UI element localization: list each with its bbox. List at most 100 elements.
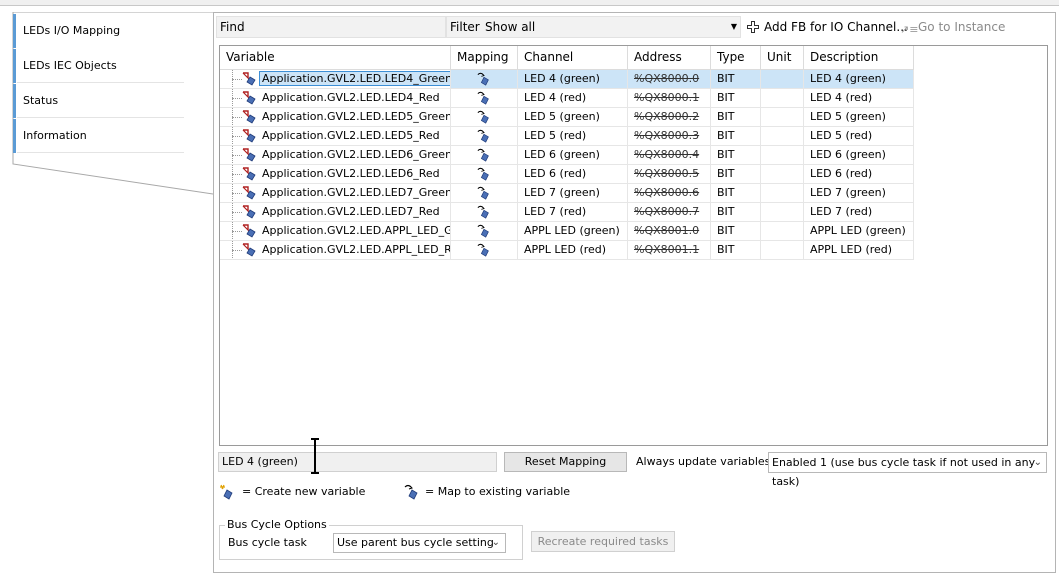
cell-unit[interactable] [761, 70, 804, 89]
cell-type[interactable]: BIT [711, 165, 761, 184]
cell-variable[interactable]: Application.GVL2.LED.LED6_Red [220, 165, 451, 184]
cell-unit[interactable] [761, 184, 804, 203]
cell-unit[interactable] [761, 127, 804, 146]
cell-description[interactable]: LED 4 (green) [804, 70, 914, 89]
cell-unit[interactable] [761, 108, 804, 127]
column-header-channel[interactable]: Channel [518, 46, 628, 70]
cell-type[interactable]: BIT [711, 241, 761, 260]
cell-channel[interactable]: LED 5 (green) [518, 108, 628, 127]
cell-address[interactable]: %QX8001.0 [628, 222, 711, 241]
column-header-address[interactable]: Address [628, 46, 711, 70]
current-variable-field[interactable]: LED 4 (green) [218, 452, 497, 472]
cell-mapping[interactable] [451, 222, 518, 241]
cell-mapping[interactable] [451, 165, 518, 184]
cell-type[interactable]: BIT [711, 146, 761, 165]
column-header-unit[interactable]: Unit [761, 46, 804, 70]
cell-address[interactable]: %QX8001.1 [628, 241, 711, 260]
cell-description[interactable]: LED 6 (green) [804, 146, 914, 165]
cell-unit[interactable] [761, 165, 804, 184]
cell-unit[interactable] [761, 89, 804, 108]
table-row[interactable]: Application.GVL2.LED.LED7_Red LED 7 (red)… [220, 203, 914, 222]
table-row[interactable]: Application.GVL2.LED.LED7_Green LED 7 (gr… [220, 184, 914, 203]
filter-dropdown[interactable]: Filter Show all ▼ [446, 16, 741, 38]
cell-channel[interactable]: LED 7 (green) [518, 184, 628, 203]
cell-type[interactable]: BIT [711, 203, 761, 222]
cell-variable[interactable]: Application.GVL2.LED.LED5_Red [220, 127, 451, 146]
cell-mapping[interactable] [451, 89, 518, 108]
cell-description[interactable]: LED 6 (red) [804, 165, 914, 184]
add-fb-button[interactable]: Add FB for IO Channel... [746, 16, 908, 38]
table-row[interactable]: Application.GVL2.LED.LED6_Red LED 6 (red)… [220, 165, 914, 184]
cell-description[interactable]: LED 4 (red) [804, 89, 914, 108]
tab-leds-io-mapping[interactable]: LEDs I/O Mapping [13, 14, 210, 48]
cell-unit[interactable] [761, 241, 804, 260]
cell-address[interactable]: %QX8000.3 [628, 127, 711, 146]
cell-channel[interactable]: APPL LED (green) [518, 222, 628, 241]
table-row[interactable]: Application.GVL2.LED.APPL_LED_Gr... APPL … [220, 222, 914, 241]
cell-type[interactable]: BIT [711, 222, 761, 241]
cell-channel[interactable]: LED 4 (red) [518, 89, 628, 108]
reset-mapping-button[interactable]: Reset Mapping [504, 452, 627, 472]
cell-unit[interactable] [761, 203, 804, 222]
bus-cycle-task-select[interactable]: Use parent bus cycle setting ⌄ [333, 533, 506, 553]
cell-channel[interactable]: APPL LED (red) [518, 241, 628, 260]
table-row[interactable]: Application.GVL2.LED.LED4_Green LED 4 (gr… [220, 70, 914, 89]
cell-address[interactable]: %QX8000.5 [628, 165, 711, 184]
cell-channel[interactable]: LED 6 (red) [518, 165, 628, 184]
table-row[interactable]: Application.GVL2.LED.LED5_Red LED 5 (red)… [220, 127, 914, 146]
cell-address[interactable]: %QX8000.1 [628, 89, 711, 108]
column-header-type[interactable]: Type [711, 46, 761, 70]
cell-mapping[interactable] [451, 108, 518, 127]
cell-channel[interactable]: LED 6 (green) [518, 146, 628, 165]
cell-description[interactable]: LED 7 (red) [804, 203, 914, 222]
cell-variable[interactable]: Application.GVL2.LED.LED4_Green [220, 70, 451, 89]
cell-mapping[interactable] [451, 241, 518, 260]
cell-variable[interactable]: Application.GVL2.LED.LED7_Green [220, 184, 451, 203]
column-header-description[interactable]: Description [804, 46, 914, 70]
cell-description[interactable]: APPL LED (red) [804, 241, 914, 260]
always-update-select[interactable]: Enabled 1 (use bus cycle task if not use… [768, 452, 1047, 488]
cell-variable[interactable]: Application.GVL2.LED.LED7_Red [220, 203, 451, 222]
cell-address[interactable]: %QX8000.7 [628, 203, 711, 222]
cell-mapping[interactable] [451, 127, 518, 146]
cell-variable[interactable]: Application.GVL2.LED.APPL_LED_Gr... [220, 222, 451, 241]
cell-variable[interactable]: Application.GVL2.LED.LED4_Red [220, 89, 451, 108]
cell-channel[interactable]: LED 5 (red) [518, 127, 628, 146]
find-field[interactable]: Find [216, 16, 446, 38]
cell-variable[interactable]: Application.GVL2.LED.LED6_Green [220, 146, 451, 165]
cell-address[interactable]: %QX8000.6 [628, 184, 711, 203]
cell-mapping[interactable] [451, 203, 518, 222]
table-row[interactable]: Application.GVL2.LED.APPL_LED_Rad APPL LE… [220, 241, 914, 260]
column-header-mapping[interactable]: Mapping [451, 46, 518, 70]
cell-description[interactable]: LED 7 (green) [804, 184, 914, 203]
cell-address[interactable]: %QX8000.2 [628, 108, 711, 127]
tab-leds-iec-objects[interactable]: LEDs IEC Objects [13, 49, 210, 83]
cell-description[interactable]: APPL LED (green) [804, 222, 914, 241]
table-row[interactable]: Application.GVL2.LED.LED5_Green LED 5 (gr… [220, 108, 914, 127]
table-row[interactable]: Application.GVL2.LED.LED4_Red LED 4 (red)… [220, 89, 914, 108]
cell-mapping[interactable] [451, 184, 518, 203]
cell-type[interactable]: BIT [711, 89, 761, 108]
tab-information[interactable]: Information [13, 119, 210, 153]
cell-mapping[interactable] [451, 70, 518, 89]
cell-channel[interactable]: LED 7 (red) [518, 203, 628, 222]
cell-address[interactable]: %QX8000.4 [628, 146, 711, 165]
cell-variable[interactable]: Application.GVL2.LED.LED5_Green [220, 108, 451, 127]
cell-mapping[interactable] [451, 146, 518, 165]
column-header-variable[interactable]: Variable [220, 46, 451, 70]
cell-address[interactable]: %QX8000.0 [628, 70, 711, 89]
cell-description[interactable]: LED 5 (red) [804, 127, 914, 146]
cell-type[interactable]: BIT [711, 127, 761, 146]
cell-type[interactable]: BIT [711, 184, 761, 203]
cell-description[interactable]: LED 5 (green) [804, 108, 914, 127]
cell-variable[interactable]: Application.GVL2.LED.APPL_LED_Rad [220, 241, 451, 260]
cell-unit[interactable] [761, 222, 804, 241]
go-to-instance-button[interactable]: ↗≡ Go to Instance [900, 16, 1005, 38]
cell-type[interactable]: BIT [711, 108, 761, 127]
recreate-tasks-button[interactable]: Recreate required tasks [531, 531, 675, 552]
table-row[interactable]: Application.GVL2.LED.LED6_Green LED 6 (gr… [220, 146, 914, 165]
cell-channel[interactable]: LED 4 (green) [518, 70, 628, 89]
cell-type[interactable]: BIT [711, 70, 761, 89]
cell-unit[interactable] [761, 146, 804, 165]
tab-status[interactable]: Status [13, 84, 210, 118]
